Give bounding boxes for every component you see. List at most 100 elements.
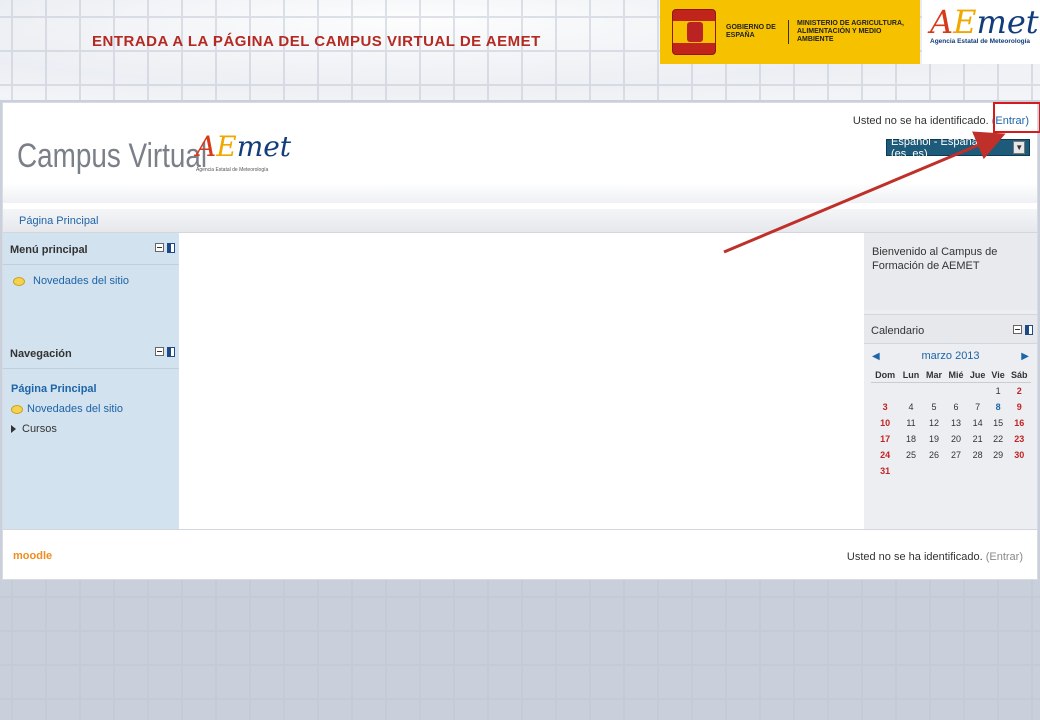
calendar-day[interactable]: 12 <box>923 415 946 431</box>
nav-news-label: Novedades del sitio <box>27 403 124 415</box>
banner-title: ENTRADA A LA PÁGINA DEL CAMPUS VIRTUAL D… <box>92 33 541 50</box>
left-column: Menú principal Novedades del sitio Naveg… <box>3 233 179 529</box>
site-logo: AEmet <box>196 130 292 163</box>
calendar-title: Calendario <box>871 325 925 337</box>
dock-icon[interactable] <box>167 243 175 253</box>
highlight-box <box>993 102 1040 133</box>
calendar-day-header: Sáb <box>1007 368 1031 383</box>
calendar-day[interactable]: 9 <box>1008 399 1031 415</box>
calendar-day <box>967 383 989 400</box>
welcome-block: Bienvenido al Campus de Formación de AEM… <box>864 233 1037 310</box>
calendar-day[interactable]: 14 <box>967 415 989 431</box>
calendar-day <box>1008 463 1031 479</box>
calendar-week: 24 25 26 27 28 29 30 <box>871 447 1031 463</box>
calendar-day[interactable]: 31 <box>871 463 899 479</box>
calendar-day[interactable]: 23 <box>1008 431 1031 447</box>
calendar-day[interactable]: 4 <box>899 399 922 415</box>
gov-line-1: GOBIERNO DE ESPAÑA <box>726 24 776 39</box>
nav-courses-label: Cursos <box>22 423 57 435</box>
calendar-day <box>899 463 922 479</box>
footer-login-status: Usted no se ha identificado. <box>846 551 983 563</box>
calendar-day-header: Lun <box>899 368 923 383</box>
calendar-day[interactable]: 13 <box>945 415 966 431</box>
calendar-day <box>967 463 989 479</box>
dock-icon[interactable] <box>167 347 175 357</box>
calendar-day[interactable]: 8 <box>989 399 1008 415</box>
chevron-down-icon[interactable]: ▼ <box>1013 141 1025 154</box>
navigation-header: Navegación <box>3 337 179 369</box>
calendar-day[interactable]: 22 <box>989 431 1008 447</box>
calendar-day-header: Vie <box>988 368 1008 383</box>
calendar-day <box>871 383 899 400</box>
main-menu-block: Menú principal Novedades del sitio <box>3 233 179 337</box>
calendar-day <box>923 383 946 400</box>
next-month-icon[interactable]: ▶ <box>1021 351 1029 362</box>
calendar-day[interactable]: 21 <box>967 431 989 447</box>
minimize-icon[interactable] <box>155 347 164 356</box>
breadcrumb: Página Principal <box>3 209 1037 233</box>
calendar-day-header: Mié <box>945 368 967 383</box>
calendar-week: 31 <box>871 463 1031 479</box>
language-select[interactable]: Español - España (es_es) ▼ <box>886 136 1030 160</box>
background-pattern <box>0 580 1040 720</box>
calendar-day[interactable]: 27 <box>945 447 966 463</box>
calendar-day[interactable]: 29 <box>989 447 1008 463</box>
calendar-day-header: Dom <box>871 368 900 383</box>
navigation-title: Navegación <box>10 348 72 360</box>
right-column: Bienvenido al Campus de Formación de AEM… <box>864 233 1037 529</box>
main-menu-news-label: Novedades del sitio <box>33 275 130 287</box>
login-status-text: Usted no se ha identificado. <box>852 115 989 127</box>
gov-line-2: MINISTERIO DE AGRICULTURA, ALIMENTACIÓN … <box>788 20 908 44</box>
calendar-day[interactable]: 24 <box>871 447 899 463</box>
main-menu-header: Menú principal <box>3 233 179 265</box>
navigation-block: Navegación Página Principal Novedades de… <box>3 337 179 445</box>
site-title: Campus Virtual <box>17 137 208 175</box>
minimize-icon[interactable] <box>155 243 164 252</box>
calendar-day[interactable]: 16 <box>1008 415 1031 431</box>
language-selected: Español - España (es_es) <box>891 135 978 160</box>
calendar-day[interactable]: 30 <box>1008 447 1031 463</box>
calendar-day[interactable]: 25 <box>899 447 922 463</box>
calendar-day[interactable]: 28 <box>967 447 989 463</box>
calendar-day[interactable]: 20 <box>945 431 966 447</box>
calendar-day-header: Mar <box>922 368 946 383</box>
nav-courses-item[interactable]: Cursos <box>11 423 171 435</box>
moodle-logo[interactable]: moodle <box>13 550 52 562</box>
calendar-week: 17 18 19 20 21 22 23 <box>871 431 1031 447</box>
calendar-day <box>945 463 966 479</box>
calendar-day[interactable]: 19 <box>923 431 946 447</box>
calendar-day[interactable]: 17 <box>871 431 899 447</box>
calendar-day[interactable]: 10 <box>871 415 899 431</box>
aemet-logo-subtitle: Agencia Estatal de Meteorología <box>930 38 1031 45</box>
calendar-day[interactable]: 1 <box>989 383 1008 400</box>
expand-arrow-icon[interactable] <box>11 425 16 433</box>
calendar-day[interactable]: 2 <box>1008 383 1031 400</box>
calendar-month-nav: ◀ marzo 2013 ▶ <box>864 344 1037 368</box>
calendar-day[interactable]: 6 <box>945 399 966 415</box>
calendar-day[interactable]: 11 <box>899 415 922 431</box>
site-logo-subtitle: Agencia Estatal de Meteorología <box>196 167 269 173</box>
news-bubble-icon <box>11 404 23 414</box>
calendar-month[interactable]: marzo 2013 <box>921 350 979 362</box>
calendar-day[interactable]: 15 <box>989 415 1008 431</box>
calendar-day[interactable]: 7 <box>967 399 989 415</box>
footer-login-link[interactable]: (Entrar) <box>986 551 1023 563</box>
calendar-day <box>945 383 966 400</box>
main-menu-news-link[interactable]: Novedades del sitio <box>13 275 171 287</box>
moodle-logo-text: moodle <box>13 550 53 562</box>
breadcrumb-home[interactable]: Página Principal <box>19 215 99 227</box>
dock-icon[interactable] <box>1025 325 1033 335</box>
minimize-icon[interactable] <box>1013 325 1022 334</box>
calendar-day[interactable]: 26 <box>923 447 946 463</box>
calendar-week: 10 11 12 13 14 15 16 <box>871 415 1031 431</box>
nav-home-link[interactable]: Página Principal <box>11 383 171 395</box>
main-menu-title: Menú principal <box>10 244 88 256</box>
calendar-day[interactable]: 5 <box>923 399 946 415</box>
calendar-day[interactable]: 18 <box>899 431 922 447</box>
calendar-day[interactable]: 3 <box>871 399 899 415</box>
previous-month-icon[interactable]: ◀ <box>872 351 880 362</box>
calendar-week: 12 <box>871 383 1031 400</box>
browser-page: Campus Virtual AEmet Agencia Estatal de … <box>2 102 1038 580</box>
calendar-table: Dom Lun Mar Mié Jue Vie Sáb 1 2 3 4 5 6 7 8 9 10 11 12 13 1… <box>871 368 1031 479</box>
nav-news-link[interactable]: Novedades del sitio <box>11 403 171 415</box>
